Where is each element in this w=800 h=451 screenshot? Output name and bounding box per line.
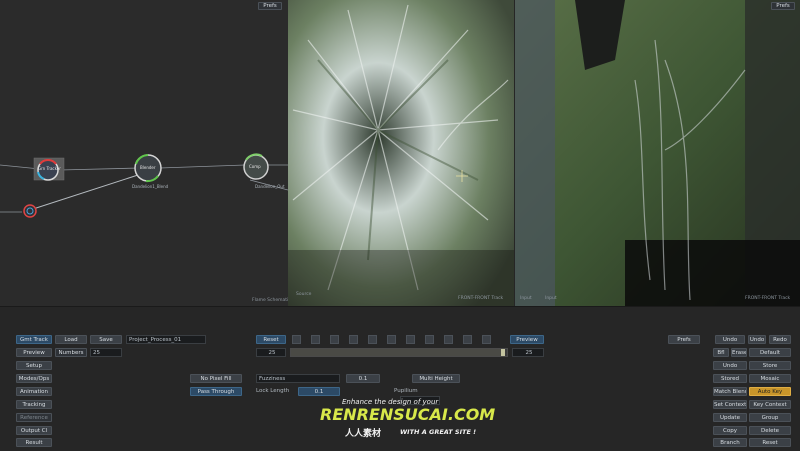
undo-button[interactable]: Undo [713,361,747,370]
load-button[interactable]: Load [55,335,87,344]
node-input[interactable] [23,204,37,218]
watermark: Enhance the design of your RENRENSUCAI.C… [320,398,495,442]
transport-last-button[interactable] [444,335,453,344]
viewer-right-prefs-button[interactable]: Prefs [771,2,795,10]
match-blend-button[interactable]: Match Blend [713,387,747,396]
multi-height-button[interactable]: Multi Height [412,374,460,383]
frame-end-field[interactable]: 25 [512,348,544,357]
transport-next-frame-button[interactable] [406,335,415,344]
result-button[interactable]: Result [16,438,52,447]
numbers-field[interactable]: 25 [90,348,122,357]
gmt-track-button[interactable]: Gmt Track [16,335,52,344]
timeline-range [291,349,501,356]
viewer-left-caption: Source [296,292,312,297]
transport-next-key-button[interactable] [425,335,434,344]
pupilium-label: Pupilium [394,388,418,394]
tracking-button[interactable]: Tracking [16,400,52,409]
update-button[interactable]: Update [713,413,747,422]
schematic-view[interactable]: Prefs Grn Tracker Blender Dandelion1_Ble… [0,0,291,306]
transport-prev-key-button[interactable] [311,335,320,344]
transport-stop-button[interactable] [368,335,377,344]
viewer-result[interactable]: Source FRONT-FRONT Track [288,0,514,306]
viewer-right-caption-mid: Input [545,296,557,301]
result-image [288,0,514,306]
redo-button[interactable]: Redo [769,335,791,344]
fuzziness-value[interactable]: 0.1 [346,374,380,383]
mosaic-button[interactable]: Mosaic [749,374,791,383]
schematic-footer: Flame Schematic [252,298,291,303]
watermark-tagline: WITH A GREAT SITE ! [400,428,477,436]
connection-line [59,167,141,171]
reset-grid-button[interactable]: Reset [749,438,791,447]
copy-button[interactable]: Copy [713,426,747,435]
source-image [515,0,800,306]
fuzziness-field[interactable]: Fuzziness [256,374,340,383]
branch-button[interactable]: Branch [713,438,747,447]
transport-loop-button[interactable] [463,335,472,344]
node-blender-label: Blender [140,165,156,170]
lock-length-field[interactable]: 0.1 [298,387,340,396]
default-button[interactable]: Default [749,348,791,357]
setup-button[interactable]: Setup [16,361,52,370]
watermark-brand: RENRENSUCAI.COM [320,405,496,424]
preview-button[interactable]: Preview [16,348,52,357]
timeline-scrubber[interactable] [290,348,508,357]
setup-name-field[interactable]: Project_Process_01 [126,335,206,344]
stored-button[interactable]: Stored [713,374,747,383]
transport-play-back-button[interactable] [349,335,358,344]
node-comp-label: Comp [249,164,261,169]
key-context-button[interactable]: Key Context [749,400,791,409]
save-button[interactable]: Save [90,335,122,344]
animation-button[interactable]: Animation [16,387,52,396]
set-context-button[interactable]: Set Context [713,400,747,409]
viewer-left-caption-right: FRONT-FRONT Track [458,296,504,301]
transport-prev-frame-button[interactable] [330,335,339,344]
no-pixel-fill-button[interactable]: No Pixel Fill [190,374,242,383]
group-button[interactable]: Group [749,413,791,422]
node-tracker-label: Grn Tracker [38,166,61,171]
viewer-right-caption-left: Input [520,296,532,301]
prefs-button[interactable]: Prefs [668,335,700,344]
connection-line [159,164,246,169]
lock-length-label: Lock Length [256,388,290,394]
delete-button[interactable]: Delete [749,426,791,435]
viewer-right-caption-right: FRONT-FRONT Track [745,296,791,301]
store-button[interactable]: Store [749,361,791,370]
undo-top-button[interactable]: Undo [715,335,745,344]
reference-button[interactable]: Reference [16,413,52,422]
reset-button[interactable]: Reset [256,335,286,344]
timeline-playhead[interactable] [501,349,505,356]
transport-first-button[interactable] [292,335,301,344]
node-graph [0,153,288,218]
numbers-label: Numbers [55,348,87,357]
transport-range-button[interactable] [482,335,491,344]
frame-in-field[interactable]: 25 [256,348,286,357]
bfl-button[interactable]: Bfl [713,348,729,357]
erase-button[interactable]: Erase [731,348,747,357]
modes-ops-button[interactable]: Modes/Ops [16,374,52,383]
transport-play-button[interactable] [387,335,396,344]
preview-toggle-button[interactable]: Preview [510,335,544,344]
pass-through-button[interactable]: Pass Through [190,387,242,396]
auto-key-button[interactable]: Auto Key [749,387,791,396]
undo-small-button[interactable]: Undo [748,335,766,344]
node-comp-sublabel: Dandelion_Out [255,184,285,189]
watermark-cjk: 人人素材 [345,429,382,439]
output-clip-button[interactable]: Output Cl [16,426,52,435]
viewer-source[interactable]: Prefs Input Input FRONT-FRONT Track [515,0,800,306]
node-blender-sublabel: Dandelion1_Blend [132,184,169,189]
